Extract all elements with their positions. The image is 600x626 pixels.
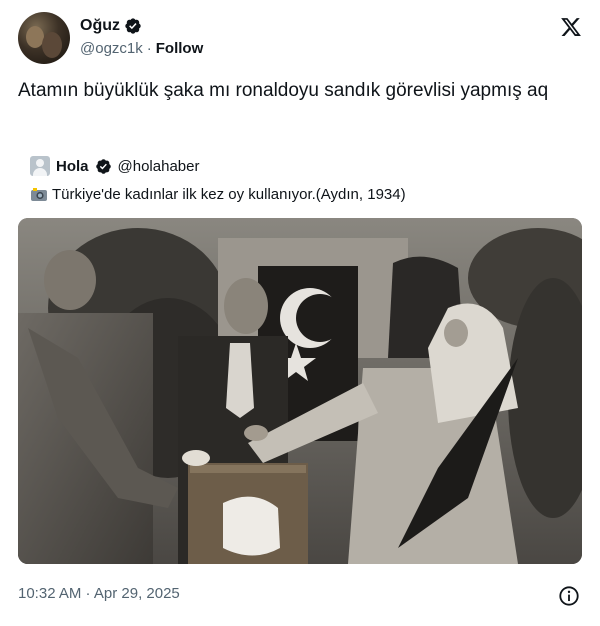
quoted-tweet-header: Hola @holahaber <box>30 156 199 176</box>
x-logo-icon[interactable] <box>560 16 582 38</box>
tweet-text: Atamın büyüklük şaka mı ronaldoyu sandık… <box>18 80 549 101</box>
quoted-tweet-text-row: Türkiye'de kadınlar ilk kez oy kullanıyo… <box>30 186 406 203</box>
tweet-header: Oğuz @ogzc1k · Follow <box>18 12 582 68</box>
quoted-tweet[interactable]: Hola @holahaber Türkiye'de kadınlar ilk … <box>18 146 582 566</box>
quoted-author-name: Hola <box>56 157 89 175</box>
quoted-tweet-text: Türkiye'de kadınlar ilk kez oy kullanıyo… <box>52 186 406 203</box>
follow-button[interactable]: Follow <box>156 40 204 57</box>
info-icon[interactable] <box>558 585 580 607</box>
author-handle-row: @ogzc1k · Follow <box>80 40 203 57</box>
author-avatar[interactable] <box>18 12 70 64</box>
quoted-author-handle: @holahaber <box>117 157 200 175</box>
verified-badge-icon <box>125 18 141 34</box>
camera-flash-icon <box>31 188 47 201</box>
author-name[interactable]: Oğuz <box>80 17 120 35</box>
verified-badge-icon <box>95 158 111 174</box>
quoted-author-avatar <box>30 156 50 176</box>
handle-separator: · <box>146 40 152 57</box>
author-handle[interactable]: @ogzc1k <box>80 40 143 57</box>
historical-photo <box>18 218 582 564</box>
tweet-timestamp[interactable]: 10:32 AM · Apr 29, 2025 <box>18 585 180 602</box>
author-name-row: Oğuz <box>80 17 142 35</box>
quoted-tweet-photo[interactable] <box>18 218 582 564</box>
